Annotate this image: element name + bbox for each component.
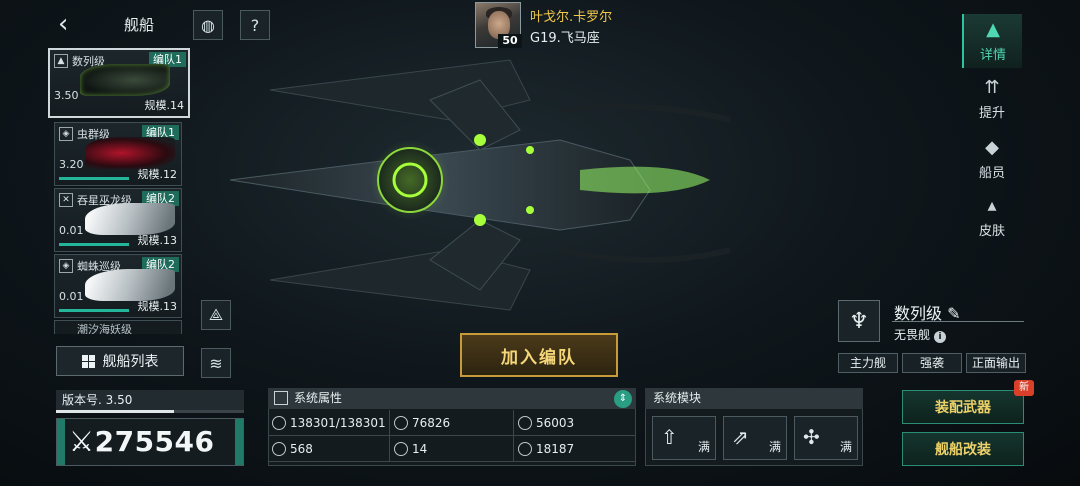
power-stripe-right <box>235 419 243 465</box>
ship-progress-bar <box>59 177 129 180</box>
tag-assault: 强袭 <box>902 353 962 373</box>
speed-icon <box>272 441 286 456</box>
nav-label: 提升 <box>978 106 1005 121</box>
nav-skins[interactable]: ▴ 皮肤 <box>962 190 1022 244</box>
upgrade-icon: ⇈ <box>984 77 1000 98</box>
nav-crew[interactable]: ◆ 船员 <box>962 132 1022 186</box>
attr-value: 76826 <box>412 415 451 430</box>
grid-icon <box>81 354 95 368</box>
ship-version: 0.01 <box>59 224 84 237</box>
ship-list-button[interactable]: 舰船列表 <box>56 346 184 376</box>
energy-icon <box>518 441 532 456</box>
commander-name: 叶戈尔.卡罗尔 <box>530 10 613 25</box>
module-status: 满 <box>839 440 852 454</box>
attr-value: 138301/138301 <box>290 415 386 430</box>
firepower-icon <box>394 415 408 430</box>
ship-card-2[interactable]: ◈ 虫群级 编队1 3.20 规模.12 <box>54 122 182 186</box>
attr-value: 568 <box>290 441 313 456</box>
ship-thumbnail <box>85 137 175 169</box>
ship-scale: 规模.13 <box>137 234 178 247</box>
module-slot-1[interactable]: ⇧ 满 <box>652 416 716 460</box>
join-fleet-button[interactable]: 加入编队 <box>460 333 618 377</box>
page-title: 舰船 <box>124 16 155 34</box>
attr-firepower: 76826 <box>390 410 514 436</box>
ship-thumbnail <box>85 203 175 235</box>
missiles-icon: ⇗ <box>732 425 749 449</box>
defense-icon <box>518 415 532 430</box>
compare-icon[interactable]: ≋ <box>201 348 231 378</box>
power-value: ⚔275546 <box>69 425 215 458</box>
power-number: 275546 <box>94 425 215 458</box>
equip-weapons-button[interactable]: 装配武器 <box>902 390 1024 424</box>
ship-version: 0.01 <box>59 290 84 303</box>
dreadnought-class-icon: ▲ <box>54 54 68 68</box>
version-progress <box>56 410 244 413</box>
module-status: 满 <box>768 440 781 454</box>
attr-hull: 138301/138301 <box>268 410 390 436</box>
rocket-icon: ⇧ <box>661 425 678 449</box>
dreadnought-icon: ♆ <box>838 300 880 342</box>
help-icon[interactable]: ? <box>240 10 270 40</box>
shield-class-icon: ◈ <box>59 259 73 273</box>
nav-label: 详情 <box>979 48 1006 63</box>
attr-speed: 568 <box>268 436 390 462</box>
module-status: 满 <box>697 440 710 454</box>
nav-details[interactable]: ▲ 详情 <box>962 14 1022 68</box>
shield-class-icon: ◈ <box>59 127 73 141</box>
tag-frontal-dps: 正面输出 <box>966 353 1026 373</box>
ship-details-icon: ▲ <box>986 19 1000 40</box>
attributes-icon <box>274 391 288 405</box>
ship-card-5-partial[interactable]: 潮汐海妖级 <box>54 320 182 334</box>
hull-icon <box>272 415 286 430</box>
ship-card-1[interactable]: ▲ 数列级 编队1 3.50 规模.14 <box>48 48 190 118</box>
back-icon[interactable]: ‹ <box>58 10 68 38</box>
ship-modify-button[interactable]: 舰船改装 <box>902 432 1024 466</box>
ship-progress-bar <box>59 243 129 246</box>
info-icon[interactable]: i <box>934 331 947 343</box>
ship-version: 3.20 <box>59 158 84 171</box>
module-slot-2[interactable]: ⇗ 满 <box>723 416 787 460</box>
nav-label: 船员 <box>978 166 1005 181</box>
ship-illustration <box>230 59 731 311</box>
attr-value: 56003 <box>536 415 575 430</box>
ship-scale: 规模.12 <box>137 168 178 181</box>
ship-type: 无畏舰 i <box>894 326 947 343</box>
nav-upgrade[interactable]: ⇈ 提升 <box>962 72 1022 126</box>
power-panel: ⚔275546 <box>56 418 244 466</box>
ship-list-label: 舰船列表 <box>102 354 159 370</box>
system-modules-title: 系统模块 <box>645 388 863 409</box>
class-underline <box>892 321 1024 322</box>
ship-thumbnail <box>80 64 170 96</box>
new-badge: 新 <box>1014 380 1034 396</box>
ship-type-label: 无畏舰 <box>894 328 931 342</box>
ship-card-4[interactable]: ◈ 蜘蛛巡级 编队2 0.01 规模.13 <box>54 254 182 318</box>
checker-icon <box>394 441 408 456</box>
expand-toggle-icon[interactable]: ⇕ <box>614 390 632 408</box>
ship-progress-bar <box>59 309 129 312</box>
nav-label: 皮肤 <box>978 224 1005 239</box>
ship-card-3[interactable]: ✕ 吞星巫龙级 编队2 0.01 规模.13 <box>54 188 182 252</box>
ship-scale: 规模.14 <box>144 99 185 112</box>
attr-value: 14 <box>412 441 428 456</box>
attr-defense: 56003 <box>514 410 636 436</box>
fleet-formation-icon[interactable]: ⟁ <box>201 300 231 330</box>
attr-value: 18187 <box>536 441 575 456</box>
power-stripe-left <box>57 419 65 465</box>
crew-icon: ◆ <box>985 137 999 158</box>
version-label: 版本号. 3.50 <box>56 390 244 412</box>
skin-icon: ▴ <box>987 195 997 216</box>
ship-version: 3.50 <box>54 89 79 102</box>
ship-thumbnail <box>85 269 175 301</box>
ship-scale: 规模.13 <box>137 300 178 313</box>
drones-icon: ✣ <box>803 425 820 449</box>
tag-capital: 主力舰 <box>838 353 898 373</box>
module-slot-3[interactable]: ✣ 满 <box>794 416 858 460</box>
attr-energy: 18187 <box>514 436 636 462</box>
attributes-grid: 138301/138301 76826 56003 568 14 18187 <box>268 410 636 462</box>
attr-structure: 14 <box>390 436 514 462</box>
system-attributes-title: 系统属性 <box>268 388 636 409</box>
cross-class-icon: ✕ <box>59 193 73 207</box>
planet-icon[interactable]: ◍ <box>193 10 223 40</box>
